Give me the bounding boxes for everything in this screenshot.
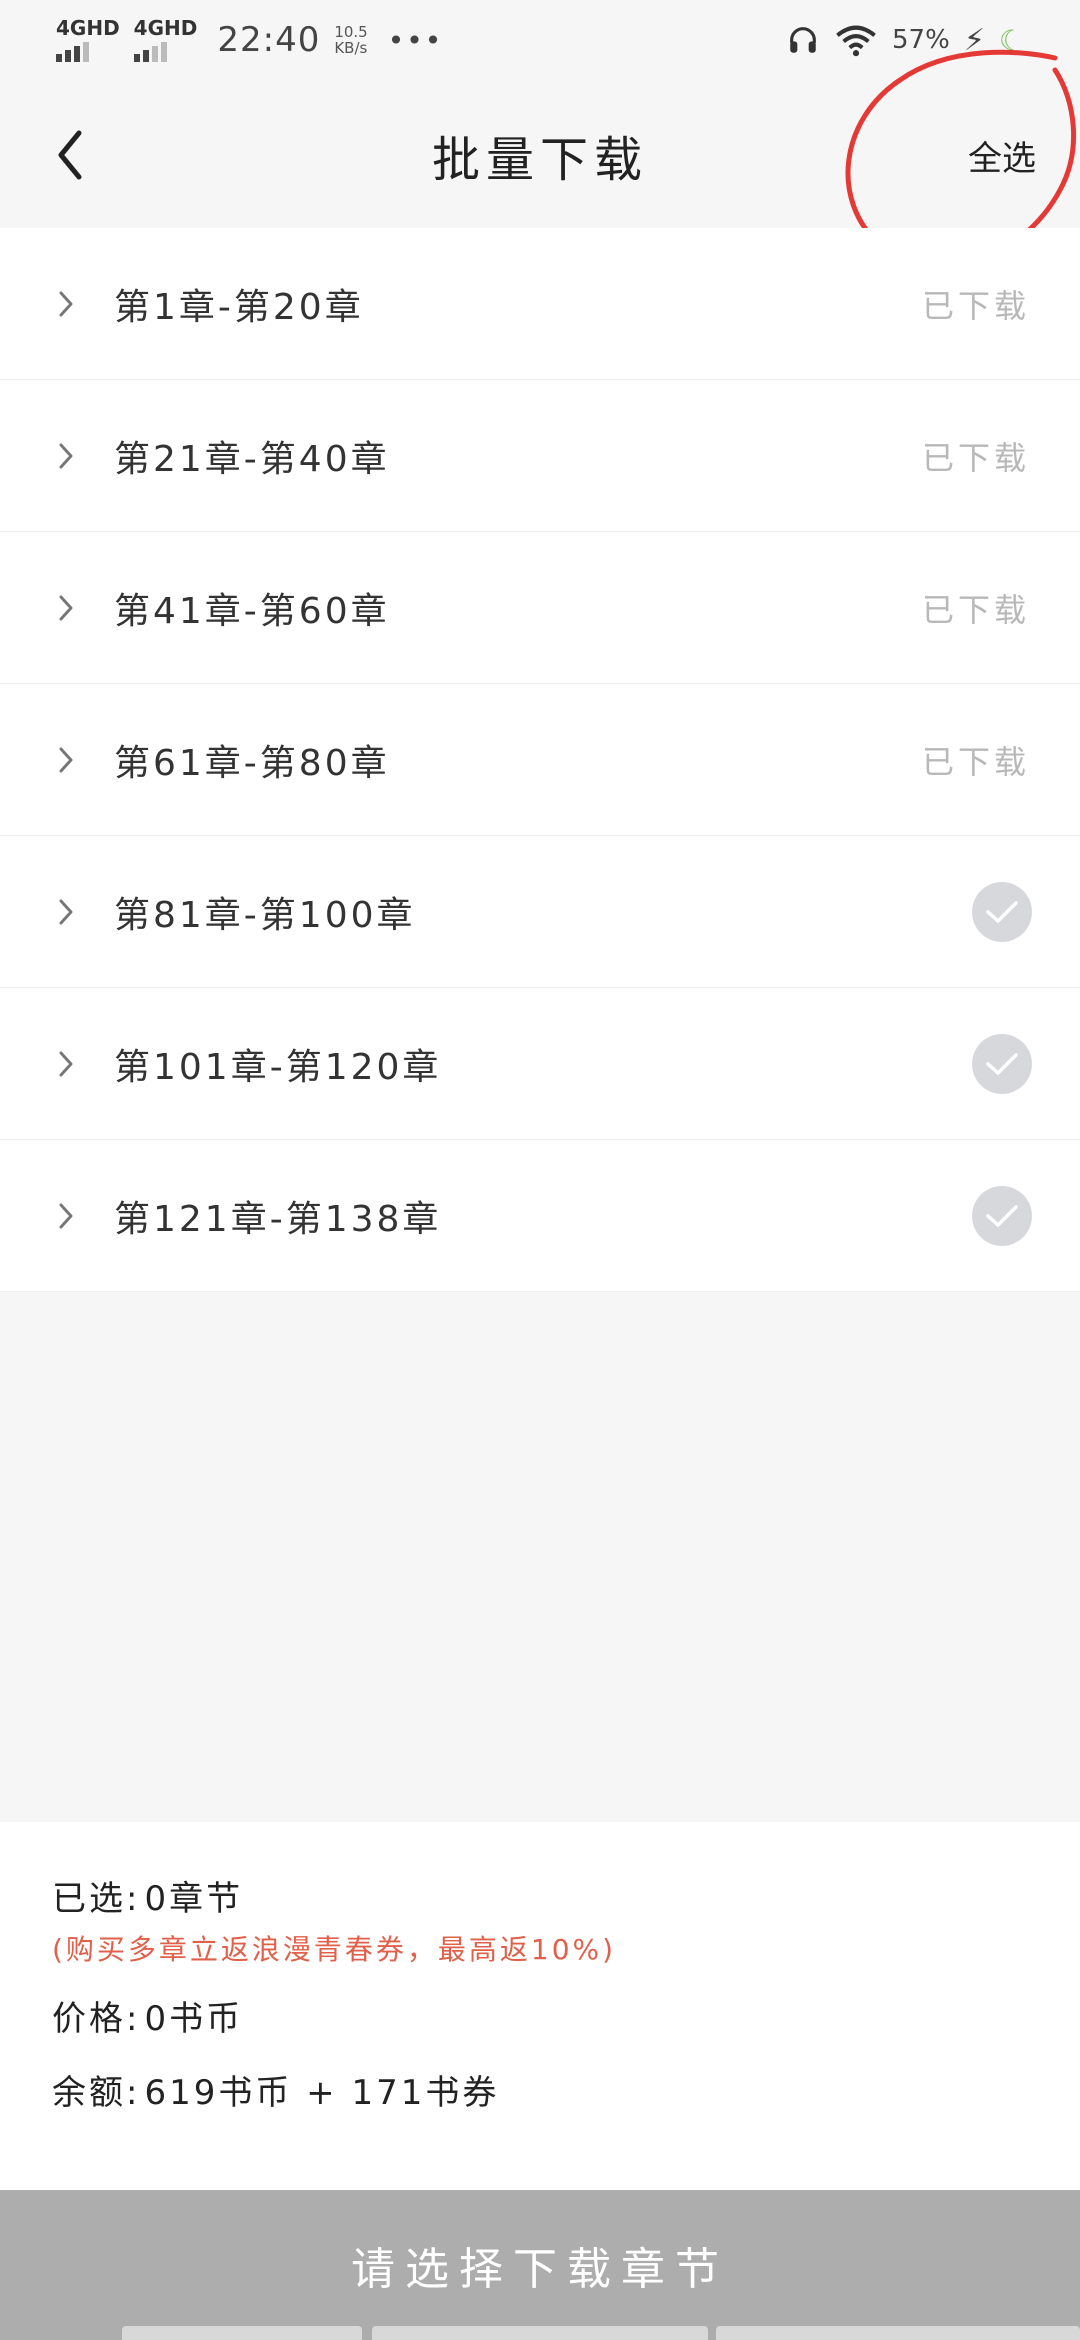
page-title: 批量下载 bbox=[431, 132, 648, 188]
network-type-2: 4GHD bbox=[133, 16, 198, 40]
chapter-row[interactable]: 第41章-第60章 已下载 bbox=[0, 532, 1080, 684]
chapter-range-label: 第1章-第20章 bbox=[114, 286, 364, 328]
chevron-right-icon[interactable] bbox=[56, 1201, 76, 1231]
chevron-right-icon[interactable] bbox=[56, 593, 76, 623]
chapter-row[interactable]: 第101章-第120章 bbox=[0, 988, 1080, 1140]
status-right: 57% ⚡ ☾ bbox=[786, 23, 1024, 58]
price-label: 价格: bbox=[52, 1998, 141, 2039]
downloaded-status: 已下载 bbox=[921, 286, 1030, 325]
chapter-range-label: 第21章-第40章 bbox=[114, 438, 390, 480]
status-bar: 4GHD 4GHD 22:40 10.5 KB/s ••• 57% ⚡ ☾ bbox=[0, 0, 1080, 80]
checkbox-check-icon[interactable] bbox=[972, 881, 1032, 942]
network-speed: 10.5 KB/s bbox=[334, 24, 367, 56]
more-notifications-icon: ••• bbox=[387, 23, 444, 57]
downloaded-status: 已下载 bbox=[921, 590, 1030, 629]
speed-value: 10.5 bbox=[334, 23, 368, 41]
price: 价格: 0书币 bbox=[52, 1990, 1028, 2040]
moon-icon: ☾ bbox=[998, 23, 1024, 57]
header: 批量下载 全选 bbox=[0, 80, 1080, 230]
chapter-range-label: 第41章-第60章 bbox=[114, 590, 390, 632]
selected-label: 已选: bbox=[52, 1878, 141, 1919]
chapter-list: 第1章-第20章 已下载 第21章-第40章 已下载 第41章-第60章 已下载 第61章-… bbox=[0, 228, 1080, 1292]
chapter-row[interactable]: 第21章-第40章 已下载 bbox=[0, 380, 1080, 532]
balance-value: 619书币 + 171书券 bbox=[144, 2072, 500, 2113]
select-all-button[interactable]: 全选 bbox=[968, 125, 1036, 185]
price-value: 0书币 bbox=[144, 1998, 244, 2039]
wifi-icon bbox=[836, 25, 876, 57]
chevron-right-icon[interactable] bbox=[56, 1049, 76, 1079]
charging-icon: ⚡ bbox=[963, 22, 985, 58]
headphones-icon bbox=[790, 27, 816, 53]
battery-percent: 57% bbox=[892, 25, 950, 55]
checkbox-check-icon[interactable] bbox=[972, 1033, 1032, 1094]
chapter-row[interactable]: 第61章-第80章 已下载 bbox=[0, 684, 1080, 836]
chevron-right-icon[interactable] bbox=[56, 897, 76, 927]
downloaded-status: 已下载 bbox=[921, 742, 1030, 781]
selected-count: 已选: 0章节 bbox=[52, 1870, 1028, 1920]
status-left: 4GHD 4GHD 22:40 10.5 KB/s ••• bbox=[56, 18, 443, 62]
chapter-row[interactable]: 第81章-第100章 bbox=[0, 836, 1080, 988]
downloaded-status: 已下载 bbox=[921, 438, 1030, 477]
signal-icon-1: 4GHD bbox=[56, 18, 120, 62]
chapter-range-label: 第121章-第138章 bbox=[114, 1198, 442, 1240]
summary-panel: 已选: 0章节 (购买多章立返浪漫青春券，最高返10%) 价格: 0书币 余额:… bbox=[0, 1822, 1080, 2190]
checkbox-check-icon[interactable] bbox=[972, 1185, 1032, 1246]
signal-icon-2: 4GHD bbox=[133, 16, 198, 62]
chapter-row[interactable]: 第1章-第20章 已下载 bbox=[0, 228, 1080, 380]
chapter-range-label: 第101章-第120章 bbox=[114, 1046, 442, 1088]
chapter-range-label: 第81章-第100章 bbox=[114, 894, 416, 936]
speed-unit: KB/s bbox=[334, 39, 368, 57]
balance: 余额: 619书币 + 171书券 bbox=[52, 2064, 1028, 2114]
network-type-1: 4GHD bbox=[56, 16, 120, 40]
chevron-right-icon[interactable] bbox=[56, 441, 76, 471]
balance-label: 余额: bbox=[52, 2072, 141, 2113]
download-button[interactable]: 请选择下载章节 bbox=[0, 2190, 1080, 2340]
chapter-row[interactable]: 第121章-第138章 bbox=[0, 1140, 1080, 1292]
chevron-right-icon[interactable] bbox=[56, 745, 76, 775]
selected-value: 0章节 bbox=[144, 1878, 244, 1919]
chevron-right-icon[interactable] bbox=[56, 289, 76, 319]
chapter-range-label: 第61章-第80章 bbox=[114, 742, 390, 784]
promo-text: (购买多章立返浪漫青春券，最高返10%) bbox=[52, 1933, 617, 1966]
clock: 22:40 bbox=[217, 20, 321, 60]
